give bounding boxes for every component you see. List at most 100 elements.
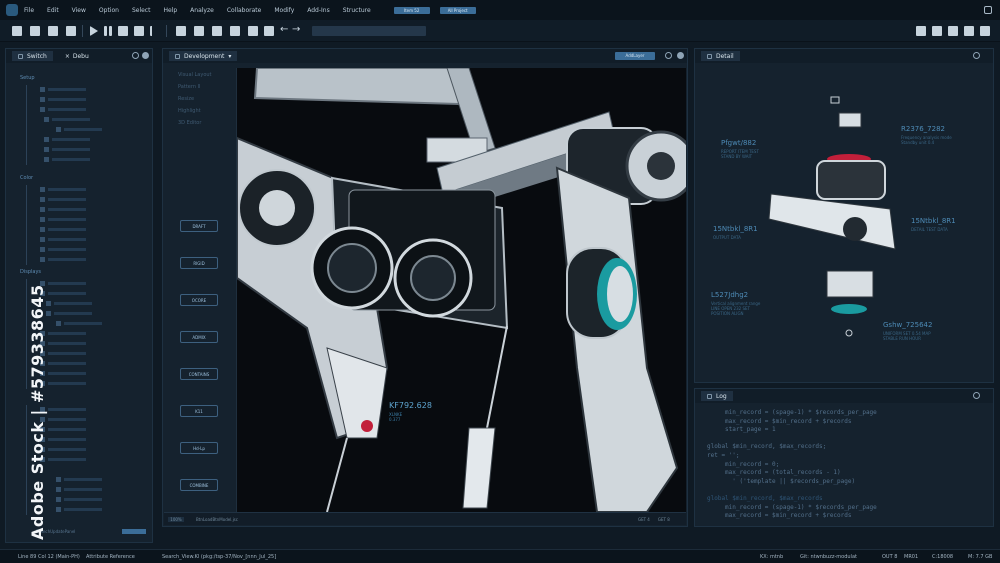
tree-row[interactable] xyxy=(40,85,86,93)
tree-node-label xyxy=(48,291,86,295)
menu-analyze[interactable]: Analyze xyxy=(190,7,214,14)
search-input[interactable] xyxy=(312,26,426,36)
tree-row[interactable] xyxy=(44,135,90,143)
menu-help[interactable]: Help xyxy=(163,7,177,14)
tree-row[interactable] xyxy=(56,475,102,483)
tree-row[interactable] xyxy=(56,125,102,133)
tree-row[interactable] xyxy=(40,95,86,103)
tree-row[interactable] xyxy=(56,505,102,513)
menu-modify[interactable]: Modify xyxy=(274,7,294,14)
monitor-shape xyxy=(253,68,467,106)
tree-row[interactable] xyxy=(40,235,86,243)
tree-row[interactable] xyxy=(46,309,92,317)
tab-detail-label: Detail xyxy=(716,52,734,60)
tree-row[interactable] xyxy=(56,485,102,493)
item-dropdown[interactable]: Item 52 xyxy=(393,6,430,14)
tree-row[interactable] xyxy=(56,495,102,503)
tree-node-icon xyxy=(40,186,45,192)
menu-edit[interactable]: Edit xyxy=(47,7,59,14)
tree-section-color[interactable]: Color xyxy=(20,175,33,181)
settings-icon[interactable] xyxy=(973,392,980,399)
tree-row[interactable] xyxy=(44,115,90,123)
tree-row[interactable] xyxy=(40,215,86,223)
home-icon[interactable] xyxy=(12,26,22,36)
menu-add-ins[interactable]: Add-Ins xyxy=(307,7,329,14)
settings-icon[interactable] xyxy=(973,52,980,59)
menu-select[interactable]: Select xyxy=(132,7,151,14)
tree-node-label xyxy=(52,157,90,161)
tree-row[interactable] xyxy=(56,319,102,327)
ocore-button[interactable]: OCORE xyxy=(180,294,218,306)
tree-node-label xyxy=(48,227,86,231)
log-line: ret = ''; xyxy=(707,452,740,459)
tree-row[interactable] xyxy=(40,195,86,203)
combine-button[interactable]: COMBINE xyxy=(180,479,218,491)
camera-icon[interactable] xyxy=(176,26,186,36)
transform-icon[interactable] xyxy=(212,26,222,36)
admix-button[interactable]: ADMIX xyxy=(180,331,218,343)
chevron-down-icon[interactable]: ▾ xyxy=(228,53,231,60)
hd-lp-button[interactable]: Hd-Lp xyxy=(180,442,218,454)
tree-row[interactable] xyxy=(44,145,90,153)
search-icon[interactable] xyxy=(132,52,139,59)
cursor-icon[interactable] xyxy=(150,26,160,36)
tree-row[interactable] xyxy=(40,225,86,233)
tree-row[interactable] xyxy=(46,299,92,307)
tab-detail[interactable]: Detail xyxy=(701,51,740,61)
folder-icon[interactable] xyxy=(30,26,40,36)
tab-development[interactable]: Development ▾ xyxy=(169,51,238,61)
status-memory: M: 7.7 GB xyxy=(968,554,993,560)
tree-row[interactable] xyxy=(44,155,90,163)
grid-icon[interactable] xyxy=(66,26,76,36)
development-icon xyxy=(175,53,180,59)
settings-icon[interactable] xyxy=(677,52,684,59)
tree-row[interactable] xyxy=(40,105,86,113)
layers-icon[interactable] xyxy=(194,26,204,36)
tab-switch[interactable]: Switch xyxy=(12,51,53,61)
window-icon[interactable] xyxy=(984,6,992,14)
stop-icon[interactable] xyxy=(118,26,128,36)
settings-icon[interactable] xyxy=(948,26,958,36)
menu-view[interactable]: View xyxy=(72,7,86,14)
tree-node-label xyxy=(48,281,86,285)
tree-row[interactable] xyxy=(40,185,86,193)
menu-collaborate[interactable]: Collaborate xyxy=(227,7,262,14)
share-icon[interactable] xyxy=(932,26,942,36)
settings-icon[interactable] xyxy=(142,52,149,59)
save-icon[interactable] xyxy=(48,26,58,36)
project-dropdown[interactable]: All Project xyxy=(439,6,476,14)
trash-icon[interactable] xyxy=(980,26,990,36)
tab-log[interactable]: Log xyxy=(701,391,733,401)
menu-option[interactable]: Option xyxy=(99,7,119,14)
menu-file[interactable]: File xyxy=(24,7,34,14)
tab-debug[interactable]: × Debu xyxy=(59,51,95,61)
draft-button[interactable]: DRAFT xyxy=(180,220,218,232)
status-attribute[interactable]: Attribute Reference xyxy=(86,554,135,560)
tree-row[interactable] xyxy=(40,205,86,213)
tree-row[interactable] xyxy=(40,255,86,263)
menu-structure[interactable]: Structure xyxy=(343,7,371,14)
tree-row[interactable] xyxy=(40,245,86,253)
copy-icon[interactable] xyxy=(230,26,240,36)
toolbar-divider xyxy=(82,25,83,37)
tree-section-setup[interactable]: Setup xyxy=(20,75,35,81)
k11-button[interactable]: K11 xyxy=(180,405,218,417)
pin-icon[interactable] xyxy=(264,26,274,36)
contains-button[interactable]: CONTAINS xyxy=(180,368,218,380)
upload-icon[interactable] xyxy=(964,26,974,36)
play-icon[interactable] xyxy=(90,26,98,36)
paste-icon[interactable] xyxy=(248,26,258,36)
close-icon[interactable]: × xyxy=(65,53,70,60)
3d-viewport[interactable]: KF792.628 XLNKE 0.377 xyxy=(236,68,686,512)
pause-icon[interactable] xyxy=(104,26,107,36)
status-git[interactable]: Git: ntwnbuzz-modulat xyxy=(800,554,857,560)
record-icon[interactable] xyxy=(134,26,144,36)
export-icon[interactable] xyxy=(916,26,926,36)
add-layer-button[interactable]: AddLayer xyxy=(615,52,655,60)
zoom-level[interactable]: 100% xyxy=(168,516,184,522)
arrow-left-icon[interactable]: ← xyxy=(280,24,288,35)
arrow-right-icon[interactable]: → xyxy=(292,24,300,35)
search-icon[interactable] xyxy=(665,52,672,59)
rigid-button[interactable]: RIGID xyxy=(180,257,218,269)
tree-section-displays[interactable]: Displays xyxy=(20,269,41,275)
